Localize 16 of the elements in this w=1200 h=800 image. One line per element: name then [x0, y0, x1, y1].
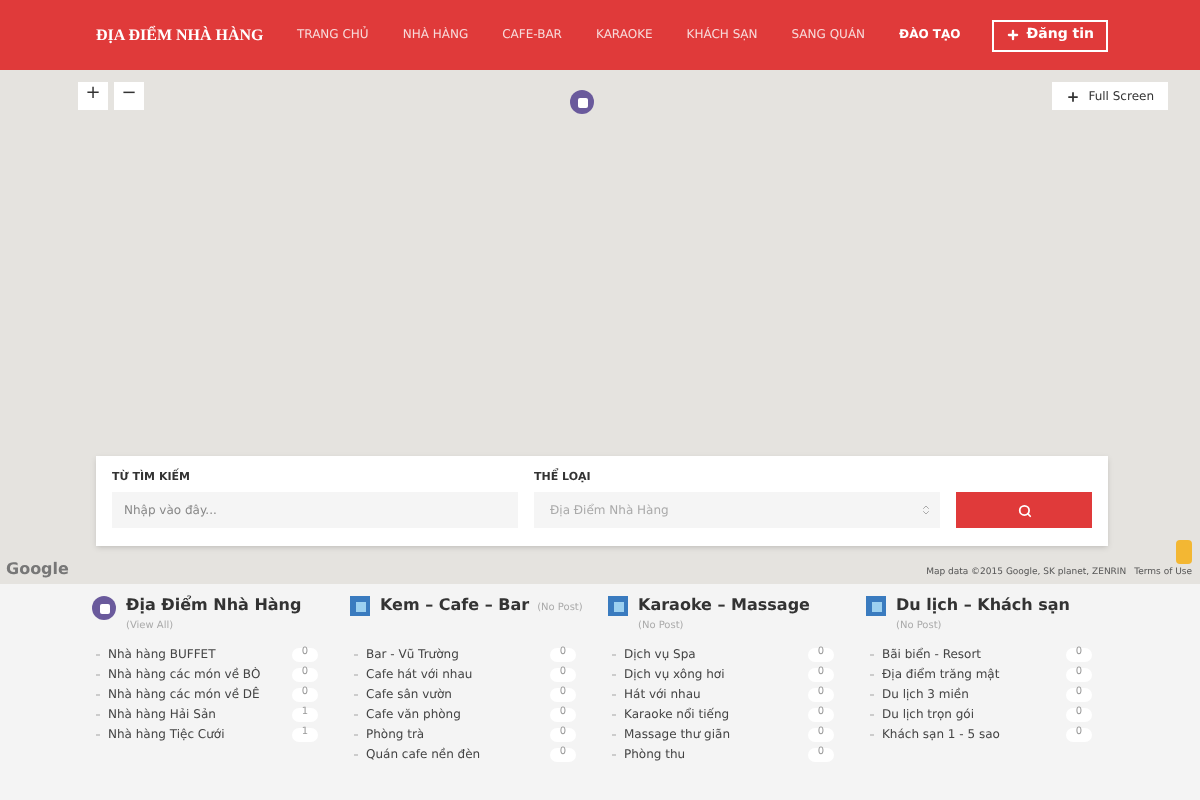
- category-icon: [866, 596, 886, 616]
- category-title[interactable]: Du lịch – Khách sạn: [896, 596, 1070, 616]
- category-icon: [608, 596, 628, 616]
- search-button[interactable]: [956, 492, 1092, 528]
- category-title[interactable]: Kem – Cafe – Bar: [380, 596, 530, 616]
- map-logo: Google: [6, 558, 69, 582]
- category-title[interactable]: Địa Điểm Nhà Hàng: [126, 596, 302, 616]
- plus-icon: [1006, 28, 1021, 42]
- category-icon: [350, 596, 370, 616]
- zoom-in-button[interactable]: +: [78, 82, 108, 110]
- category-title[interactable]: Karaoke – Massage: [638, 596, 810, 616]
- plus-icon: [1066, 89, 1081, 103]
- map-marker-icon[interactable]: [570, 90, 594, 114]
- search-icon: [1017, 503, 1031, 517]
- site-logo[interactable]: ĐỊA ĐIỂM NHÀ HÀNG: [96, 23, 264, 47]
- zoom-out-button[interactable]: −: [114, 82, 144, 110]
